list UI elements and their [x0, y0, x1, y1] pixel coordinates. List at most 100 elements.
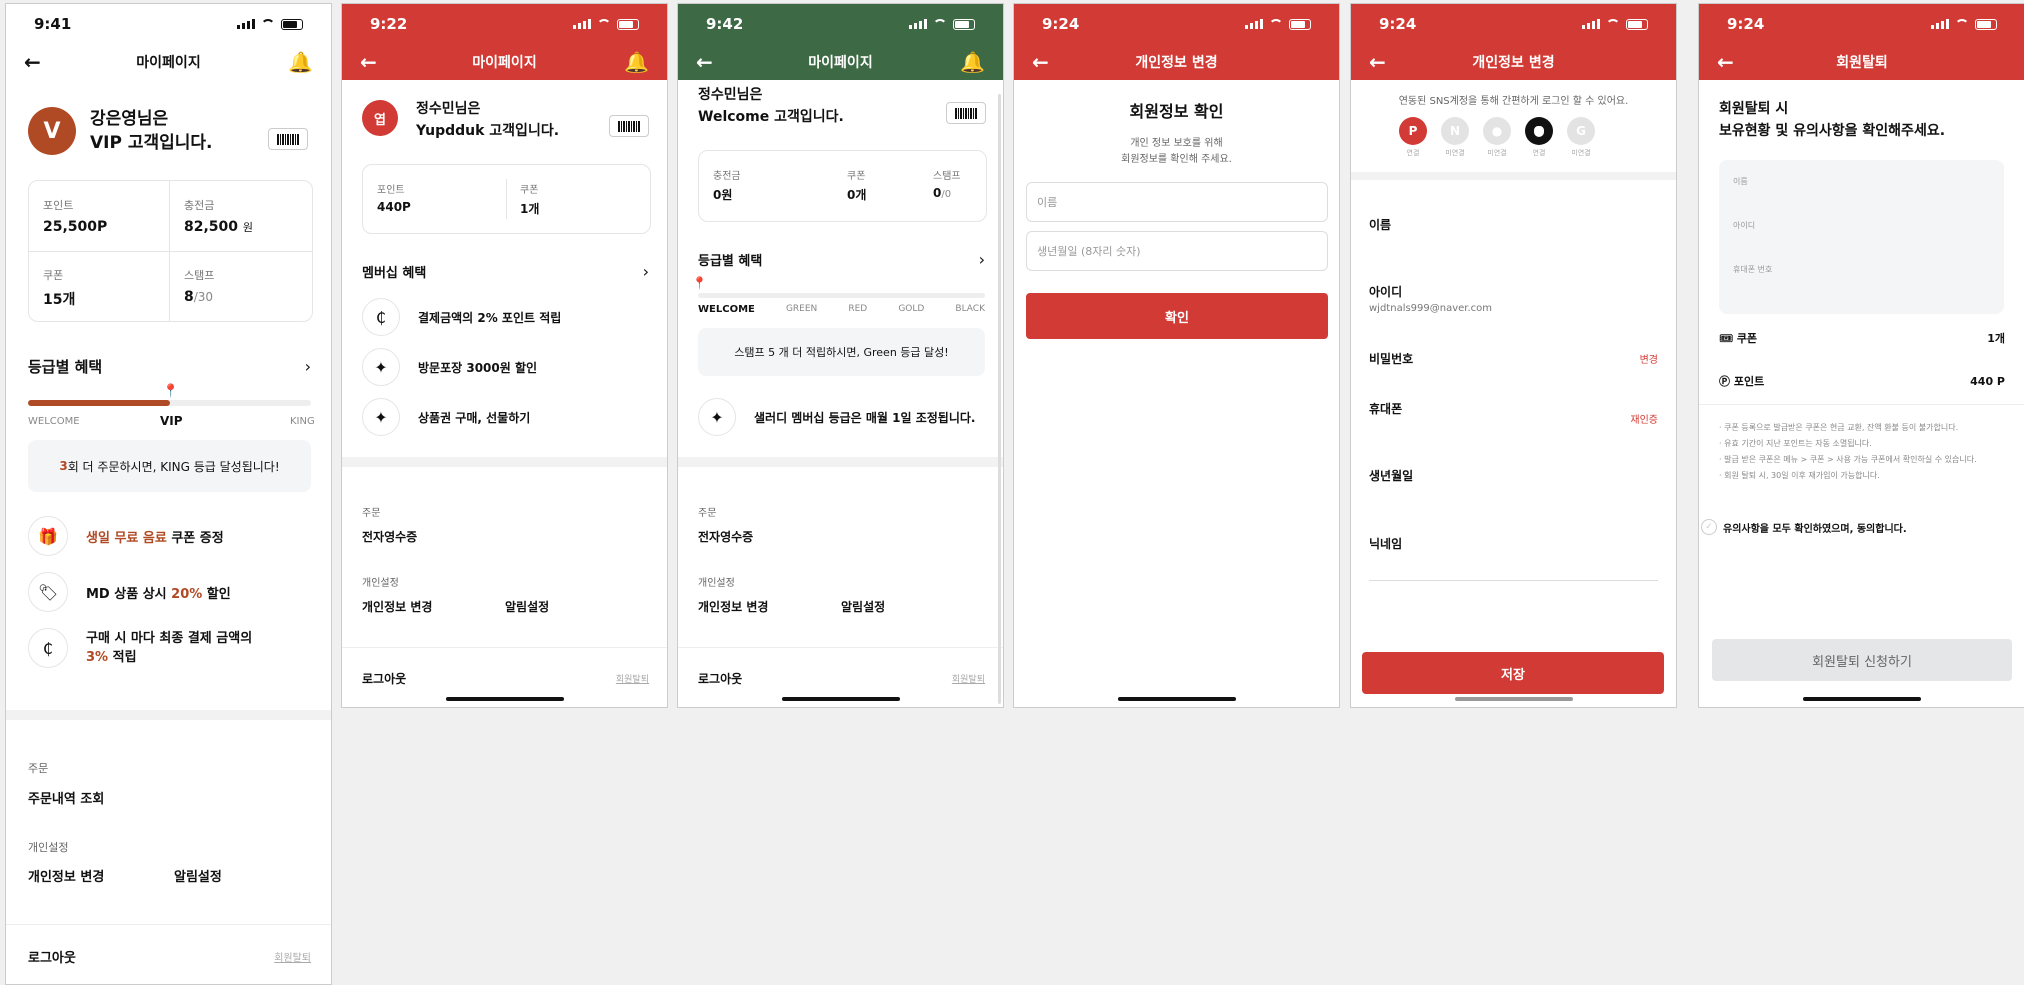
receipt-link[interactable]: 전자영수증	[698, 528, 753, 545]
status-time: 9:24	[1379, 15, 1417, 33]
withdraw-link[interactable]: 회원탈퇴	[952, 672, 985, 685]
section-divider	[1351, 172, 1676, 180]
receipt-link[interactable]: 전자영수증	[362, 528, 417, 545]
agree-checkbox-row[interactable]: ✓ 유의사항을 모두 확인하였으며, 동의합니다.	[1701, 519, 1907, 535]
status-indicators	[573, 18, 639, 30]
back-arrow-icon[interactable]: ←	[1032, 52, 1049, 72]
barcode-icon[interactable]	[609, 115, 649, 137]
nav-bar: ← 개인정보 변경	[1351, 44, 1676, 80]
status-time: 9:22	[370, 15, 408, 33]
logout-link[interactable]: 로그아웃	[698, 670, 742, 687]
phone-mypage-salady: 9:42 ← 마이페이지 🔔 정수민님은 Welcome 고객입니다. 충전금 0…	[677, 3, 1004, 708]
section-divider	[342, 457, 667, 467]
status-bar: 9:41	[6, 4, 331, 44]
stat-stamp[interactable]: 스탬프 8/30	[184, 267, 214, 305]
status-time: 9:24	[1727, 15, 1765, 33]
location-pin-icon: 📍	[162, 384, 179, 399]
apple-icon	[1525, 117, 1553, 145]
edit-profile-link[interactable]: 개인정보 변경	[698, 598, 768, 615]
notification-settings-link[interactable]: 알림설정	[841, 598, 885, 615]
benefit-md-discount: 🏷 MD 상품 상시 20% 할인	[28, 572, 231, 612]
back-arrow-icon[interactable]: ←	[360, 52, 377, 72]
change-password-link[interactable]: 변경	[1640, 351, 1658, 366]
verify-heading: 회원정보 확인	[1129, 102, 1224, 121]
sns-account-payco[interactable]: P 연결	[1399, 117, 1427, 158]
benefit-point-accrual: ₵ 구매 시 마다 최종 결제 금액의 3% 적립	[28, 628, 252, 668]
status-bar: 9:24	[1699, 4, 2024, 44]
status-time: 9:42	[706, 15, 744, 33]
chevron-right-icon: ›	[642, 262, 649, 281]
battery-icon	[1975, 18, 1997, 30]
profile-greeting: 정수민님은 Yupdduk 고객입니다.	[416, 98, 559, 142]
sns-account-kakao[interactable]: ● 미연결	[1483, 117, 1511, 158]
order-history-link[interactable]: 주문내역 조회	[28, 788, 104, 807]
bell-icon[interactable]: 🔔	[288, 52, 313, 72]
signal-icon	[909, 19, 927, 29]
edit-profile-link[interactable]: 개인정보 변경	[362, 598, 432, 615]
barcode-icon[interactable]	[946, 102, 986, 124]
stat-points[interactable]: 포인트 440P	[377, 181, 411, 214]
notification-settings-link[interactable]: 알림설정	[174, 866, 222, 885]
back-arrow-icon[interactable]: ←	[1369, 52, 1386, 72]
profile-name: 강은영님은	[90, 109, 169, 129]
save-button[interactable]: 저장	[1362, 652, 1664, 694]
stat-coupon[interactable]: 쿠폰 1개	[520, 181, 539, 217]
membership-item: ✦ 상품권 구매, 선물하기	[362, 398, 530, 436]
order-section-label: 주문	[362, 508, 381, 519]
logout-link[interactable]: 로그아웃	[362, 670, 406, 687]
scrollbar[interactable]	[998, 94, 1001, 704]
payco-icon: P	[1399, 117, 1427, 145]
barcode-icon[interactable]	[268, 128, 308, 150]
page-title: 마이페이지	[136, 55, 201, 71]
name-input[interactable]: 이름	[1026, 182, 1328, 222]
membership-info: ✦ 샐러디 멤버십 등급은 매월 1일 조정됩니다.	[698, 398, 975, 436]
grade-level-king: KING	[290, 416, 315, 427]
info-phone-label: 휴대폰 번호	[1733, 265, 1773, 274]
field-birthdate-label: 생년월일	[1369, 469, 1414, 483]
reverify-phone-link[interactable]: 재인증	[1630, 411, 1658, 426]
bell-icon[interactable]: 🔔	[624, 52, 649, 72]
home-indicator	[1117, 697, 1236, 701]
home-indicator	[1454, 697, 1573, 701]
stat-points[interactable]: 포인트 25,500P	[43, 197, 107, 235]
confirm-button[interactable]: 확인	[1026, 293, 1328, 339]
notification-settings-link[interactable]: 알림설정	[505, 598, 549, 615]
stat-coupon[interactable]: 쿠폰 15개	[43, 267, 75, 309]
page-title: 마이페이지	[808, 55, 873, 71]
back-arrow-icon[interactable]: ←	[24, 52, 41, 72]
nav-bar: ← 개인정보 변경	[1014, 44, 1339, 80]
edit-profile-link[interactable]: 개인정보 변경	[28, 866, 104, 885]
sns-account-google[interactable]: G 미연결	[1567, 117, 1595, 158]
withdraw-link[interactable]: 회원탈퇴	[274, 949, 311, 964]
stat-stamp[interactable]: 스탬프 0/0	[933, 167, 961, 200]
grade-header[interactable]: 등급별 혜택 ›	[28, 356, 311, 377]
membership-header[interactable]: 멤버십 혜택 ›	[362, 262, 649, 281]
withdraw-notes: · 쿠폰 등록으로 발급받은 쿠폰은 현금 교환, 잔액 환불 등이 불가합니다…	[1719, 423, 1977, 480]
profile-grade: Welcome 고객입니다.	[698, 109, 844, 125]
page-title: 회원탈퇴	[1836, 55, 1888, 71]
checkbox-icon[interactable]: ✓	[1701, 519, 1717, 535]
settings-section-label: 개인설정	[698, 578, 735, 589]
stat-coupon[interactable]: 쿠폰 0개	[847, 167, 866, 203]
birthdate-input[interactable]: 생년월일 (8자리 숫자)	[1026, 231, 1328, 271]
stat-charge[interactable]: 충전금 82,500 원	[184, 197, 253, 235]
back-arrow-icon[interactable]: ←	[1717, 52, 1734, 72]
bell-icon[interactable]: 🔔	[960, 52, 985, 72]
sns-account-apple[interactable]: 연결	[1525, 117, 1553, 158]
sns-account-naver[interactable]: N 미연결	[1441, 117, 1469, 158]
withdraw-submit-button[interactable]: 회원탈퇴 신청하기	[1712, 639, 2012, 681]
withdraw-link[interactable]: 회원탈퇴	[616, 672, 649, 685]
signal-icon	[1931, 19, 1949, 29]
coin-icon: ₵	[362, 298, 400, 336]
grade-header[interactable]: 등급별 혜택 ›	[698, 250, 985, 269]
sns-description: 연동된 SNS계정을 통해 간편하게 로그인 할 수 있어요.	[1398, 96, 1629, 107]
agree-label: 유의사항을 모두 확인하였으며, 동의합니다.	[1723, 523, 1907, 535]
stat-charge[interactable]: 충전금 0원	[713, 167, 741, 203]
field-name-label: 이름	[1369, 218, 1392, 232]
battery-icon	[1289, 18, 1311, 30]
profile-greeting: 정수민님은 Welcome 고객입니다.	[698, 84, 844, 128]
field-phone-label: 휴대폰	[1369, 402, 1403, 416]
back-arrow-icon[interactable]: ←	[696, 52, 713, 72]
logout-link[interactable]: 로그아웃	[28, 947, 76, 966]
profile-name: 정수민님은	[416, 101, 481, 117]
